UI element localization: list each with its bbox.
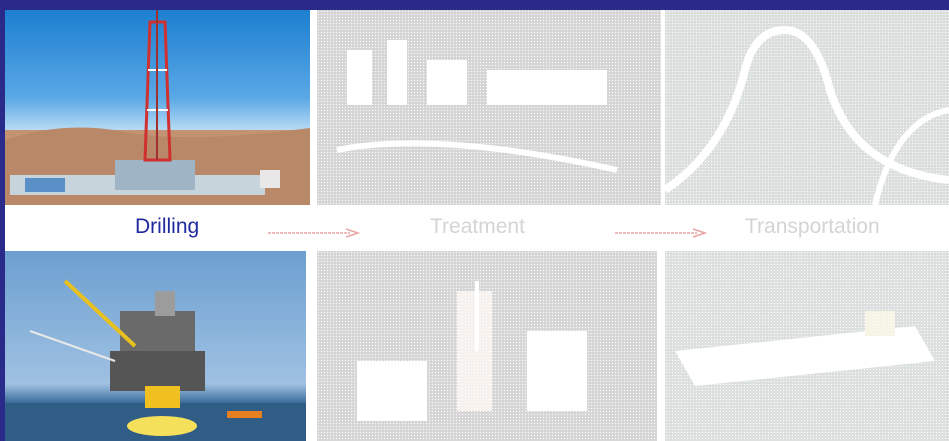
arrow-right-icon <box>615 228 708 238</box>
process-steps-row: Drilling Treatment Transportation <box>0 205 949 251</box>
step-label-transportation: Transportation <box>745 215 880 238</box>
tanker-image <box>665 251 949 441</box>
arrow-right-icon <box>268 228 361 238</box>
drilling-rig-image <box>5 10 310 205</box>
top-bar <box>0 0 949 10</box>
treatment-facility-image <box>317 10 661 205</box>
treatment-equipment-image <box>317 251 657 441</box>
offshore-platform-image <box>5 251 306 441</box>
step-label-drilling: Drilling <box>135 215 200 238</box>
pipeline-image <box>665 10 949 205</box>
step-label-treatment: Treatment <box>430 215 525 238</box>
